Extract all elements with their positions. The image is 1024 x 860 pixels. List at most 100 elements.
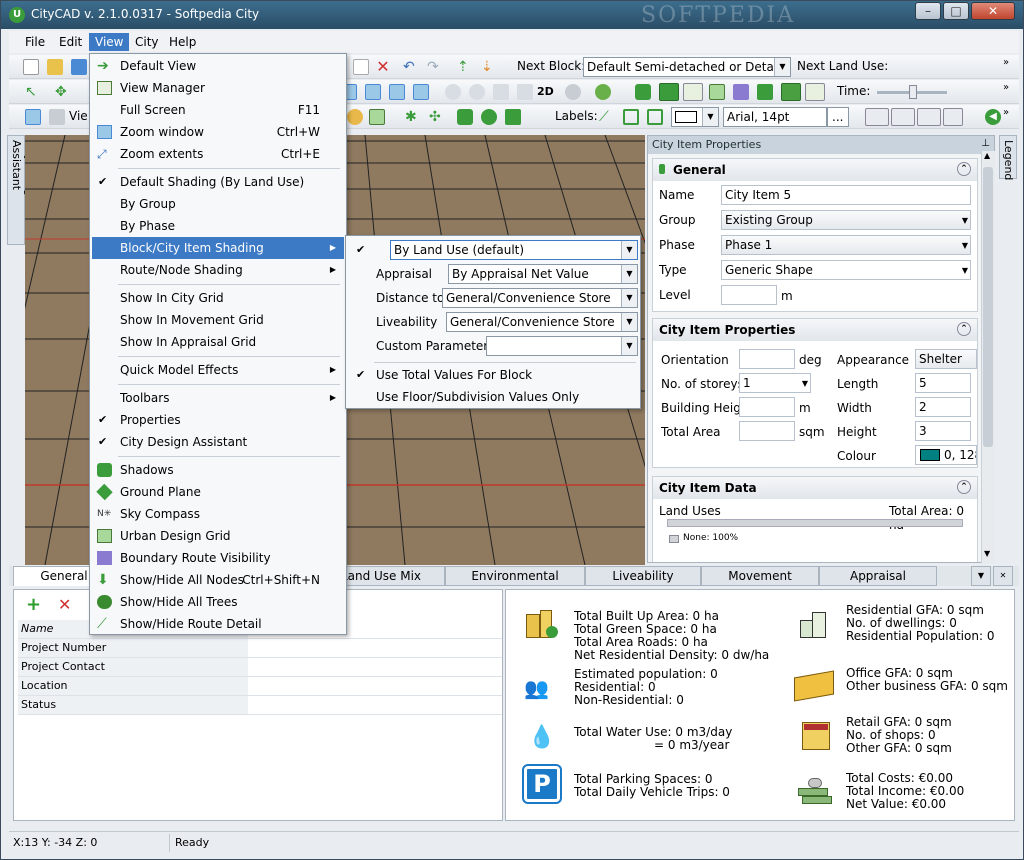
menu-item-design-assistant[interactable]: ✔ City Design Assistant [92,431,344,453]
close-button[interactable]: ✕ [971,2,1015,20]
liveability-select[interactable]: General/Convenience Store ▼ [446,312,638,332]
menu-item-full-screen[interactable]: Full Screen F11 [92,99,344,121]
submenu-custom[interactable]: Custom Parameters ▼ [348,335,638,357]
city-design-assistant-tab[interactable]: City Design Assistant [7,135,36,245]
name-field[interactable]: City Item 5 [721,185,971,205]
align-a-icon[interactable] [865,108,889,126]
new-file-icon[interactable] [23,59,39,75]
toolbar-overflow-icon-3[interactable]: » [1003,107,1019,123]
menu-item-urban-grid[interactable]: Urban Design Grid [92,525,344,547]
tab-appraisal[interactable]: Appraisal [819,566,937,586]
nodes-tool-icon[interactable] [757,84,773,100]
width-field[interactable]: 2 [915,397,971,417]
tab-close-icon[interactable]: ✕ [993,566,1013,586]
font-picker-button[interactable]: ... [827,107,849,127]
select-arrow-icon[interactable]: ↖ [25,84,41,100]
location-row[interactable]: Location [18,677,502,696]
move-up-icon[interactable]: ⇡ [457,59,473,75]
colour-field[interactable]: 0, 128 [915,445,977,465]
cross-icon[interactable]: ✣ [429,109,445,125]
submenu-appraisal[interactable]: Appraisal By Appraisal Net Value ▼ [348,263,638,285]
menu-item-by-phase[interactable]: By Phase [92,215,344,237]
length-field[interactable]: 5 [915,373,971,393]
tab-liveability[interactable]: Liveability [585,566,701,586]
pan-icon[interactable]: ✥ [55,84,71,100]
total-area-field[interactable] [739,421,795,441]
scroll-up-icon[interactable]: ▲ [984,151,990,160]
building-icon[interactable] [365,84,381,100]
menu-item-properties[interactable]: ✔ Properties [92,409,344,431]
menu-city[interactable]: City [129,33,165,51]
tab-scroll-down-icon[interactable]: ▼ [971,566,991,586]
submenu-distance[interactable]: Distance to General/Convenience Store ▼ [348,287,638,309]
menu-item-quick-effects[interactable]: Quick Model Effects ▶ [92,359,344,381]
general-section-header[interactable]: General ⌃ [653,159,977,181]
height-field[interactable]: 3 [915,421,971,441]
item-data-header[interactable]: City Item Data ⌃ [653,477,977,499]
menu-item-by-group[interactable]: By Group [92,193,344,215]
submenu-by-land-use[interactable]: ✔ By Land Use (default) ▼ [348,239,638,261]
menu-item-block-shading[interactable]: Block/City Item Shading ▶ [92,237,344,259]
submenu-liveability[interactable]: Liveability General/Convenience Store ▼ [348,311,638,333]
frame-label-icon[interactable] [647,109,663,125]
appraisal-select[interactable]: By Appraisal Net Value ▼ [448,264,638,284]
menu-item-toggle-trees[interactable]: Show/Hide All Trees [92,591,344,613]
distance-select[interactable]: General/Convenience Store ▼ [442,288,638,308]
menu-item-shadows[interactable]: Shadows [92,459,344,481]
tab-movement[interactable]: Movement [701,566,819,586]
undo-icon[interactable]: ↶ [403,59,419,75]
menu-edit[interactable]: Edit [53,33,88,51]
minimize-button[interactable]: – [915,2,941,20]
2d-view-icon[interactable]: 2D [537,84,554,100]
shape-a-icon[interactable] [457,109,473,125]
appearance-select[interactable]: Shelter [915,349,977,369]
menu-file[interactable]: File [19,33,51,51]
plan-icon[interactable] [413,84,429,100]
menu-item-view-manager[interactable]: View Manager [92,77,344,99]
redo-icon[interactable]: ↷ [427,59,443,75]
phase-select[interactable]: Phase 1 ▼ [721,235,971,255]
frame-icon[interactable] [389,84,405,100]
properties-scrollbar[interactable]: ▲ ▼ [981,151,995,563]
status-row[interactable]: Status [18,696,502,715]
legend-tab[interactable]: Legend [999,135,1017,180]
toolbar-overflow-icon[interactable]: » [1003,57,1019,73]
font-select[interactable]: Arial, 14pt [723,107,827,127]
menu-item-movement-grid[interactable]: Show In Movement Grid [92,309,344,331]
route-detail-tool-icon[interactable] [805,83,825,101]
time-slider-thumb[interactable] [909,85,917,99]
camera-icon[interactable] [517,84,533,100]
menu-item-boundary-visibility[interactable]: Boundary Route Visibility [92,547,344,569]
toolbar-overflow-icon-2[interactable]: » [1003,82,1019,98]
align-d-icon[interactable] [943,108,963,126]
scroll-thumb[interactable] [983,167,993,447]
menu-item-appraisal-grid[interactable]: Show In Appraisal Grid [92,331,344,353]
menu-item-route-shading[interactable]: Route/Node Shading ▶ [92,259,344,281]
layers-icon[interactable] [369,109,385,125]
menu-item-ground-plane[interactable]: Ground Plane [92,481,344,503]
save-icon[interactable] [71,59,87,75]
submenu-floor-values[interactable]: Use Floor/Subdivision Values Only [348,386,638,408]
image-icon[interactable] [493,84,509,100]
shape-c-icon[interactable] [505,109,521,125]
clock-icon[interactable] [469,84,485,100]
settings-icon[interactable] [565,84,581,100]
shape-b-icon[interactable] [481,109,497,125]
level-field[interactable] [721,285,777,305]
palette-icon[interactable] [347,109,363,125]
menu-item-toolbars[interactable]: Toolbars ▶ [92,387,344,409]
tab-environmental[interactable]: Environmental [445,566,585,586]
menu-item-toggle-nodes[interactable]: ⬇ Show/Hide All Nodes Ctrl+Shift+N [92,569,344,591]
label-color-select[interactable]: ▼ [671,107,719,127]
pen-icon[interactable]: ⟋ [599,109,615,125]
menu-item-sky-compass[interactable]: N✳ Sky Compass [92,503,344,525]
submenu-total-values[interactable]: ✔ Use Total Values For Block [348,364,638,386]
menu-view[interactable]: View [89,33,130,51]
open-folder-icon[interactable] [47,59,63,75]
align-c-icon[interactable] [917,108,941,126]
star-icon[interactable]: ✱ [405,109,421,125]
scroll-down-icon[interactable]: ▼ [984,549,990,558]
urban-grid-tool-icon[interactable] [709,84,725,100]
add-icon[interactable]: + [26,596,41,614]
custom-select[interactable]: ▼ [486,336,638,356]
